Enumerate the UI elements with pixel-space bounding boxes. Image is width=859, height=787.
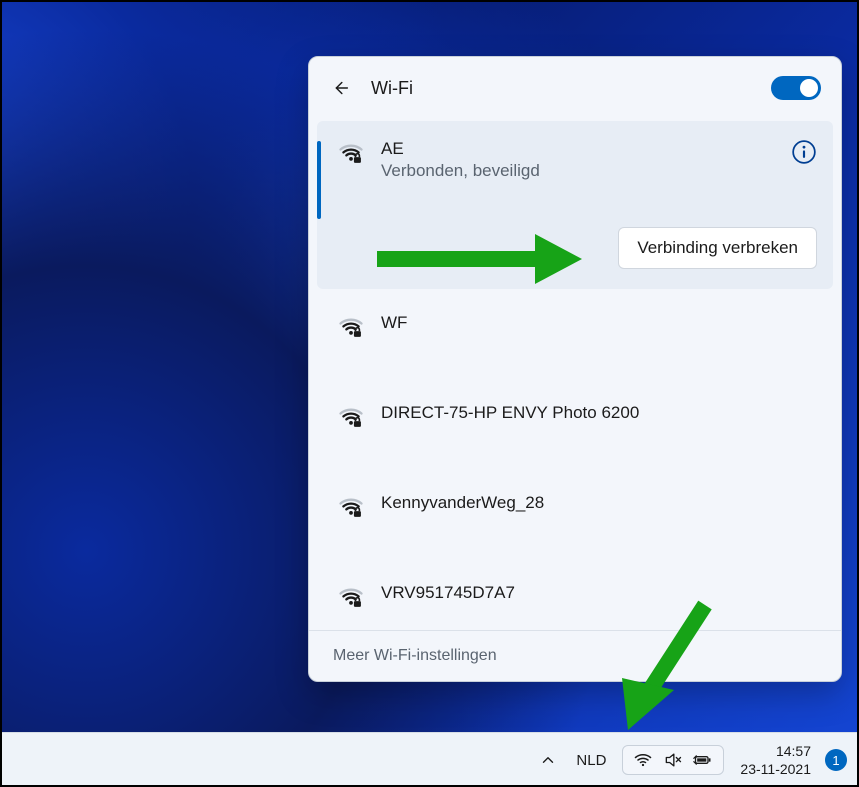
disconnect-row: Verbinding verbreken xyxy=(337,227,817,269)
network-name: VRV951745D7A7 xyxy=(381,583,515,603)
wifi-flyout: Wi-Fi AE Verbonden, beveiligd Verbinding… xyxy=(308,56,842,682)
language-indicator[interactable]: NLD xyxy=(566,752,616,769)
more-wifi-settings-link[interactable]: Meer Wi-Fi-instellingen xyxy=(309,630,841,681)
network-item[interactable]: KennyvanderWeg_28 xyxy=(309,479,841,535)
disconnect-button[interactable]: Verbinding verbreken xyxy=(618,227,817,269)
clock-time: 14:57 xyxy=(776,742,811,760)
battery-charging-icon xyxy=(693,750,713,770)
notification-badge[interactable]: 1 xyxy=(825,749,847,771)
network-item[interactable]: WF xyxy=(309,299,841,355)
arrow-left-icon xyxy=(329,77,351,99)
chevron-up-icon xyxy=(539,751,557,769)
network-text: AE Verbonden, beveiligd xyxy=(381,139,540,181)
flyout-title: Wi-Fi xyxy=(371,78,413,99)
network-item[interactable]: DIRECT-75-HP ENVY Photo 6200 xyxy=(309,389,841,445)
taskbar: NLD 14:57 23-11-2021 1 xyxy=(0,732,859,787)
network-status: Verbonden, beveiligd xyxy=(381,161,540,181)
network-list: AE Verbonden, beveiligd Verbinding verbr… xyxy=(309,121,841,630)
network-info-button[interactable] xyxy=(791,139,817,165)
network-name: WF xyxy=(381,313,407,333)
network-name: DIRECT-75-HP ENVY Photo 6200 xyxy=(381,403,639,423)
toggle-knob xyxy=(800,79,818,97)
wifi-secured-icon xyxy=(337,493,365,521)
wifi-secured-icon xyxy=(337,583,365,611)
wifi-secured-icon xyxy=(337,313,365,341)
network-name: KennyvanderWeg_28 xyxy=(381,493,544,513)
clock-date: 23-11-2021 xyxy=(740,760,811,778)
info-icon xyxy=(791,139,817,165)
wifi-icon xyxy=(633,750,653,770)
volume-mute-icon xyxy=(663,750,683,770)
network-name: AE xyxy=(381,139,540,159)
wifi-secured-icon xyxy=(337,403,365,431)
network-item[interactable]: VRV951745D7A7 xyxy=(309,569,841,625)
wifi-secured-icon xyxy=(337,139,365,167)
back-button[interactable] xyxy=(323,71,357,105)
tray-overflow-button[interactable] xyxy=(536,748,560,772)
wifi-toggle[interactable] xyxy=(771,76,821,100)
system-tray[interactable] xyxy=(622,745,724,775)
flyout-header: Wi-Fi xyxy=(309,57,841,121)
taskbar-clock[interactable]: 14:57 23-11-2021 xyxy=(740,742,811,778)
network-item-connected[interactable]: AE Verbonden, beveiligd Verbinding verbr… xyxy=(317,121,833,289)
